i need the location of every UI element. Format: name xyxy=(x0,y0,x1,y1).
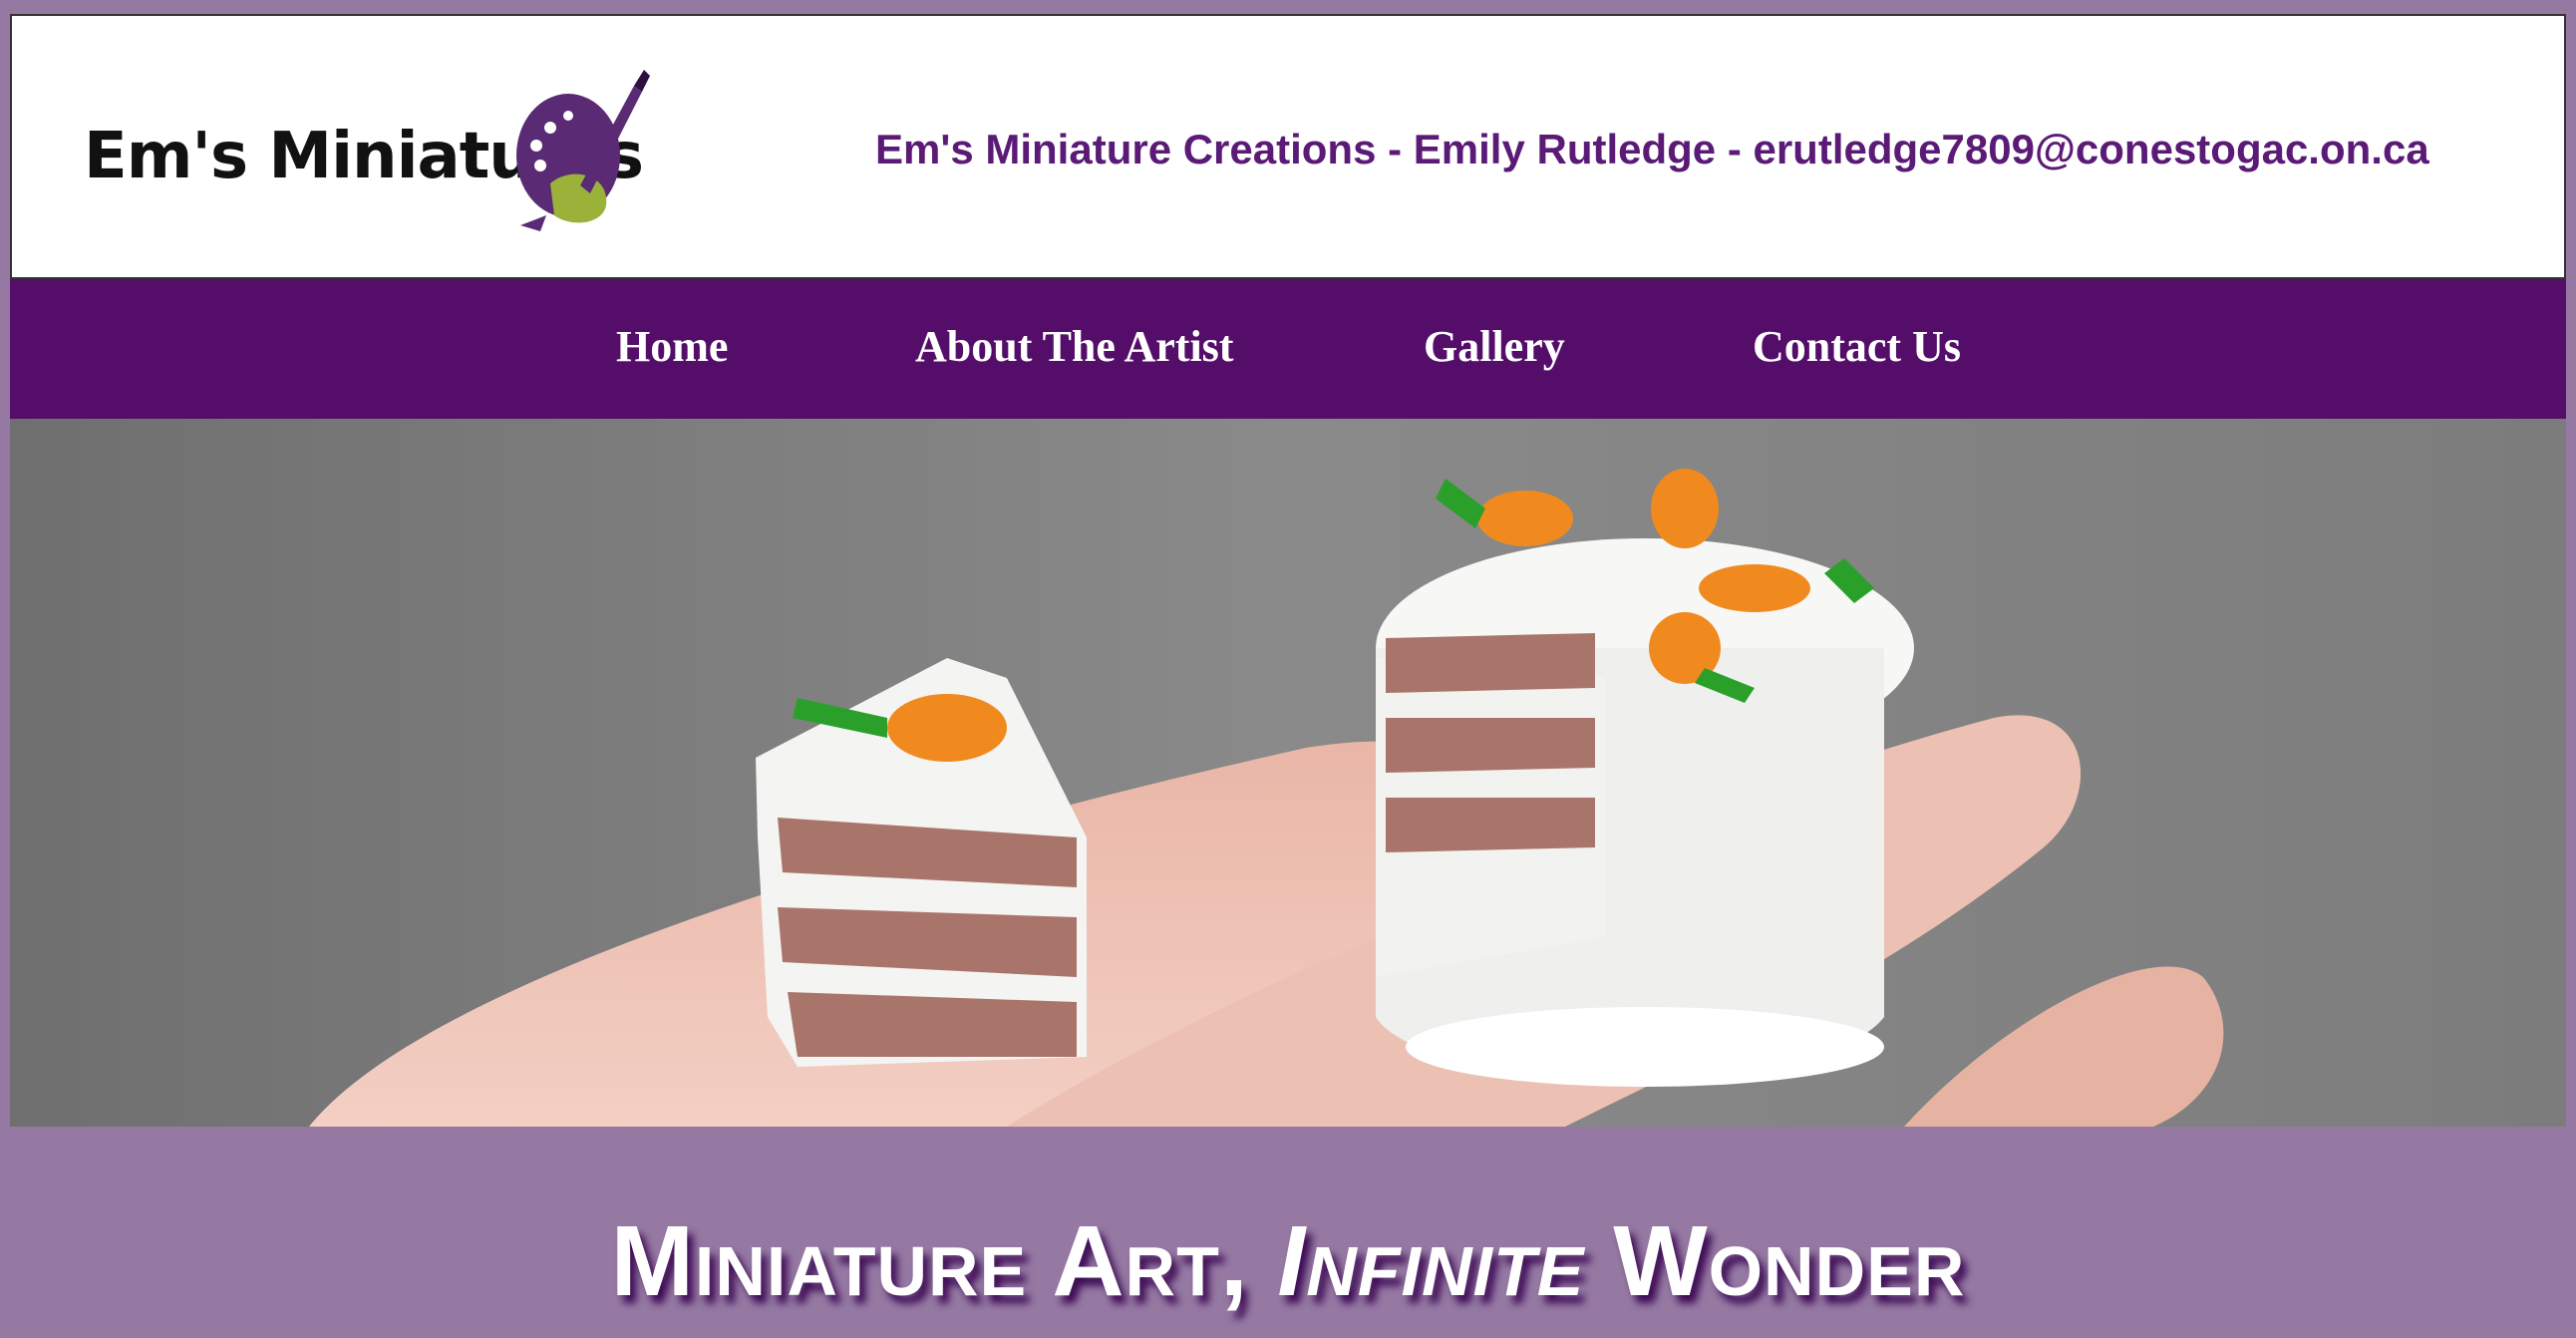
header-tagline: Em's Miniature Creations - Emily Rutledg… xyxy=(875,126,2429,172)
page-headline: Miniature Art, Infinite Wonder xyxy=(0,1204,2576,1319)
nav-home[interactable]: Home xyxy=(616,321,728,372)
hero-image xyxy=(10,419,2566,1127)
site-logo[interactable]: Em's Miniatures xyxy=(74,66,652,245)
headline-part1: Miniature Art, xyxy=(610,1205,1278,1317)
palette-brush-icon xyxy=(516,70,650,231)
nav-about-the-artist[interactable]: About The Artist xyxy=(915,321,1233,372)
nav-gallery[interactable]: Gallery xyxy=(1424,321,1565,372)
headline-part2: Infinite xyxy=(1277,1205,1585,1317)
nav-contact-us[interactable]: Contact Us xyxy=(1753,321,1961,372)
miniature-carrot-cake-photo xyxy=(10,419,2566,1127)
site-header: Em's Miniatures Em's Miniature Creations… xyxy=(10,14,2566,279)
headline-part3: Wonder xyxy=(1584,1205,1966,1317)
main-nav: Home About The Artist Gallery Contact Us xyxy=(10,279,2566,419)
